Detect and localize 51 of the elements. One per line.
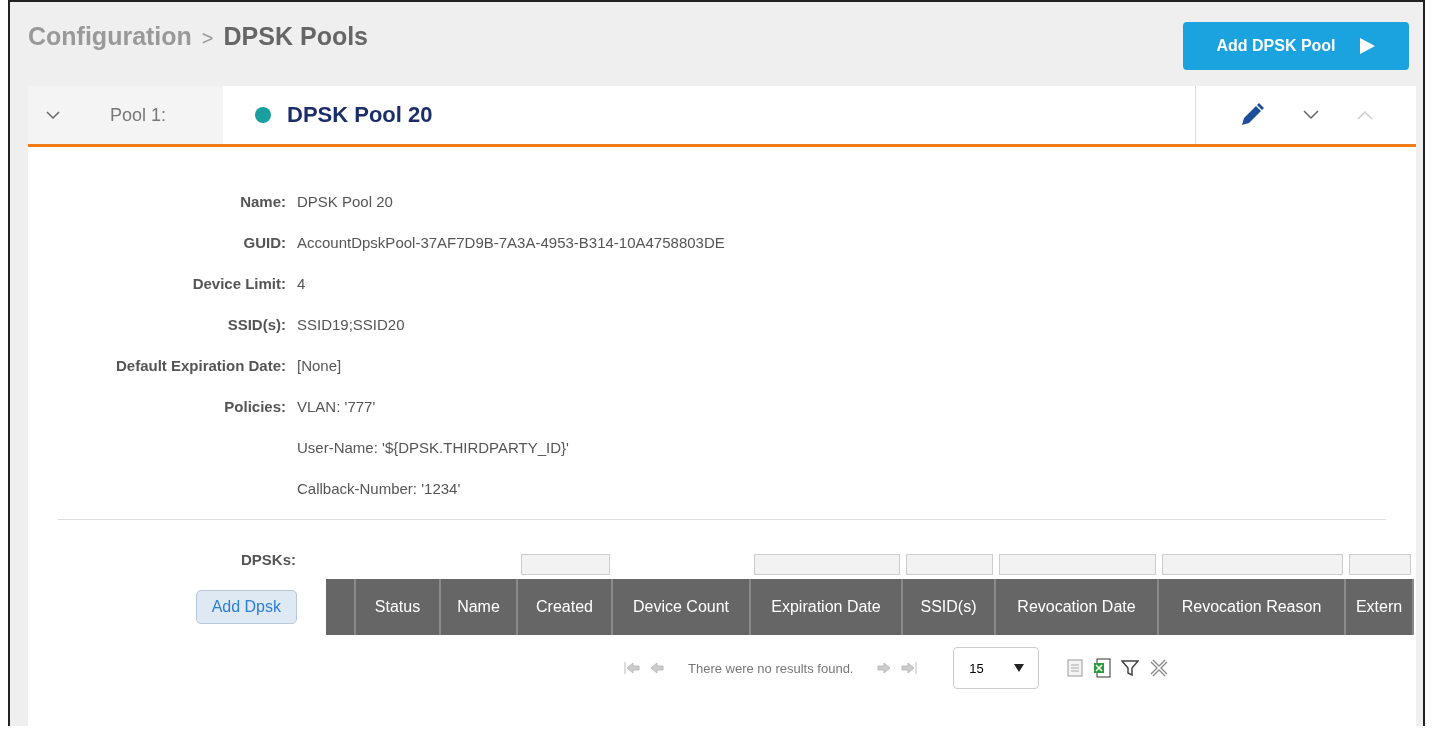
spreadsheet-icon[interactable] [1093,658,1112,678]
filter-field[interactable] [999,554,1156,575]
next-page-icon[interactable] [877,661,892,675]
filter-field[interactable] [906,554,993,575]
pool-name: DPSK Pool 20 [287,102,433,128]
field-value: VLAN: '777' [297,397,377,417]
page-title: DPSK Pools [223,22,369,51]
column-header[interactable]: Status [356,579,441,635]
page-size-select[interactable]: 15 [953,647,1040,689]
field-value: 4 [297,274,306,294]
field-value: AccountDpskPool-37AF7D9B-7A3A-4953-B314-10A4758803DE [297,233,725,253]
field-label: SSID(s): [226,315,286,335]
clear-filter-icon[interactable] [1149,658,1170,678]
filter-icon[interactable] [1121,659,1140,677]
edit-icon[interactable] [1239,102,1265,128]
field-label: Device Limit: [191,274,286,294]
field-value: SSID19;SSID20 [297,315,405,335]
filter-field[interactable] [1162,554,1343,575]
last-page-icon[interactable] [901,661,918,675]
field-value: User-Name: '${DPSK.THIRDPARTY_ID}' [297,438,569,458]
column-header[interactable]: Extern [1346,579,1414,635]
field-value: [None] [297,356,342,376]
chevron-down-icon[interactable] [46,110,60,120]
column-header[interactable]: Expiration Date [751,579,903,635]
column-header[interactable]: Created [518,579,613,635]
previous-page-icon[interactable] [650,661,664,675]
filter-field[interactable] [521,554,610,575]
field-label: Name: [239,192,286,212]
play-icon [1357,37,1376,55]
filter-field[interactable] [1349,554,1411,575]
chevron-up-icon[interactable] [1357,110,1373,120]
column-header[interactable]: Name [441,579,518,635]
section-label: DPSKs: [241,550,296,570]
field-label: Default Expiration Date: [114,356,286,376]
column-header [326,579,356,635]
document-icon[interactable] [1067,659,1084,677]
chevron-down-icon[interactable] [1303,110,1319,120]
empty-message: There were no results found. [688,660,854,676]
column-header[interactable]: SSID(s) [903,579,996,635]
field-value: Callback-Number: '1234' [297,479,462,499]
column-header[interactable]: Revocation Date [996,579,1159,635]
breadcrumb-separator: > [201,27,214,50]
field-label: Policies: [223,397,286,417]
column-header[interactable]: Revocation Reason [1159,579,1346,635]
column-header[interactable]: Device Count [613,579,751,635]
add-dpsk-button[interactable]: Add Dpsk [195,590,297,624]
field-label: GUID: [242,233,286,253]
filter-field[interactable] [754,554,900,575]
first-page-icon[interactable] [624,661,640,675]
field-value: DPSK Pool 20 [297,192,393,212]
pool-label: Pool 1: [110,104,167,126]
